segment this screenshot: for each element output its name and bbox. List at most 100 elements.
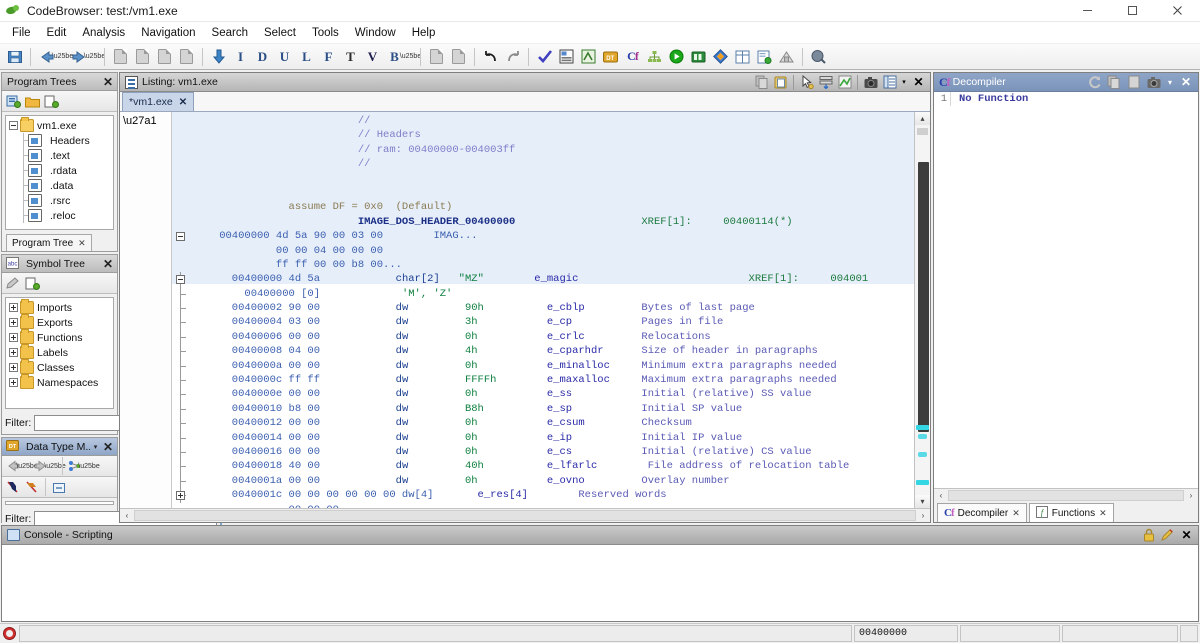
expand-icon[interactable]: [176, 491, 185, 500]
paste-symbol-icon[interactable]: [23, 274, 41, 292]
function-graph-icon[interactable]: Cf: [622, 46, 643, 67]
listing-row[interactable]: // ram: 00400000-004003ff: [172, 143, 914, 157]
edit-fields-icon[interactable]: [816, 74, 835, 91]
back-dropdown-icon[interactable]: \u25be: [58, 46, 67, 67]
overview-marker[interactable]: [916, 480, 929, 485]
expand-icon[interactable]: [8, 332, 19, 343]
data-types-tree[interactable]: Data Types BuiltInTypes: [5, 501, 114, 505]
copy-icon[interactable]: [752, 74, 771, 91]
listing-row[interactable]: //: [172, 114, 914, 128]
maximize-button[interactable]: [1110, 0, 1155, 22]
lock-icon[interactable]: [1139, 527, 1158, 544]
program-diff-next-icon[interactable]: [448, 46, 469, 67]
tree-node-text[interactable]: .text: [8, 148, 113, 163]
filter-pointers-icon[interactable]: [4, 478, 22, 496]
listing-row[interactable]: 00400002 90 00 dw 90h e_cblp Bytes of la…: [172, 301, 914, 315]
make-undefined-icon[interactable]: U: [274, 46, 295, 67]
symbol-tree-close-button[interactable]: ✕: [101, 257, 115, 271]
make-byte-icon[interactable]: B: [384, 46, 405, 67]
menu-tools[interactable]: Tools: [304, 24, 347, 42]
collapse-all-icon[interactable]: [50, 478, 68, 496]
overview-marker[interactable]: [916, 425, 929, 430]
refresh-icon[interactable]: [1084, 74, 1104, 91]
listing-row[interactable]: 00400016 00 00 dw 0h e_cs Initial (relat…: [172, 445, 914, 459]
hscroll-left-button[interactable]: ‹: [120, 511, 134, 520]
data-type-manager-icon[interactable]: DT: [600, 46, 621, 67]
close-icon[interactable]: ✕: [1177, 527, 1196, 544]
listing-row[interactable]: assume DF = 0x0 (Default): [172, 200, 914, 214]
paste-listing-icon[interactable]: [154, 46, 175, 67]
dropdown-icon[interactable]: ▾: [1164, 74, 1176, 91]
tab-close-icon[interactable]: ✕: [1099, 508, 1107, 519]
symbol-node-namespaces[interactable]: Namespaces: [8, 375, 113, 390]
program-tree[interactable]: vm1.exe Headers .text: [5, 115, 114, 230]
memory-map-icon[interactable]: [556, 46, 577, 67]
symbol-node-labels[interactable]: Labels: [8, 345, 113, 360]
make-label-icon[interactable]: L: [296, 46, 317, 67]
hscroll-left-button[interactable]: ‹: [934, 491, 948, 500]
tree-node-root[interactable]: vm1.exe: [8, 118, 113, 133]
decompiler-body[interactable]: 1 No Function: [934, 92, 1198, 488]
menu-select[interactable]: Select: [256, 24, 304, 42]
tab-close-icon[interactable]: ✕: [179, 97, 187, 108]
forward-dropdown-icon[interactable]: \u25be: [90, 46, 99, 67]
open-folder-icon[interactable]: [23, 92, 41, 110]
close-button[interactable]: [1155, 0, 1200, 22]
rename-icon[interactable]: [4, 274, 22, 292]
collapse-icon[interactable]: [176, 275, 185, 284]
data-type-manager-close-button[interactable]: ✕: [101, 440, 115, 454]
listing-vertical-scrollbar[interactable]: ▴ ▾: [914, 112, 930, 508]
expand-icon[interactable]: [8, 302, 19, 313]
filter-arrays-icon[interactable]: [23, 478, 41, 496]
redo-icon[interactable]: [502, 46, 523, 67]
snapshot-icon[interactable]: [1144, 74, 1164, 91]
decompiler-horizontal-scrollbar[interactable]: ‹ ›: [934, 488, 1198, 502]
scroll-down-button[interactable]: ▾: [915, 495, 930, 508]
listing-margin-gutter[interactable]: \u27a1: [120, 112, 172, 508]
make-instruction-icon[interactable]: I: [230, 46, 251, 67]
tab-close-icon[interactable]: ✕: [78, 238, 86, 249]
listing-row[interactable]: 00400000 [0] 'M', 'Z': [172, 287, 914, 301]
close-icon[interactable]: ✕: [909, 74, 928, 91]
listing-row[interactable]: // Headers: [172, 128, 914, 142]
listing-row[interactable]: IMAGE_DOS_HEADER_00400000 XREF[1]: 00400…: [172, 215, 914, 229]
insert-dropdown-icon[interactable]: \u25be: [85, 457, 93, 475]
scrollbar-thumb[interactable]: [918, 162, 929, 432]
tab-close-icon[interactable]: ✕: [1012, 508, 1020, 519]
listing-row[interactable]: 00 00 00: [172, 503, 914, 508]
symbol-node-imports[interactable]: Imports: [8, 300, 113, 315]
bytes-viewer-icon[interactable]: [578, 46, 599, 67]
expand-icon[interactable]: [8, 317, 19, 328]
make-data-icon[interactable]: D: [252, 46, 273, 67]
byte-dropdown-icon[interactable]: \u25be: [406, 46, 415, 67]
listing-row[interactable]: 00400010 b8 00 dw B8h e_sp Initial SP va…: [172, 402, 914, 416]
listing-row[interactable]: 00400000 4d 5a char[2] "MZ" e_magic XREF…: [172, 272, 914, 286]
listing-field-panel[interactable]: // // Headers // ram: 00400000-004003ff …: [172, 112, 914, 508]
symbol-node-functions[interactable]: Functions: [8, 330, 113, 345]
tab-functions[interactable]: f Functions ✕: [1029, 503, 1114, 522]
overview-marker[interactable]: [918, 452, 927, 457]
listing-row[interactable]: 0040000c ff ff dw FFFFh e_maxalloc Maxim…: [172, 373, 914, 387]
listing-row[interactable]: 0040000a 00 00 dw 0h e_minalloc Minimum …: [172, 359, 914, 373]
listing-row[interactable]: 00400000 4d 5a 90 00 03 00 IMAG...: [172, 229, 914, 243]
expand-icon[interactable]: [8, 347, 19, 358]
listing-row[interactable]: [172, 172, 914, 186]
tab-decompiler[interactable]: Cf Decompiler ✕: [937, 503, 1027, 522]
debugger-icon[interactable]: [688, 46, 709, 67]
table-icon[interactable]: [732, 46, 753, 67]
listing-row[interactable]: 0040001a 00 00 dw 0h e_ovno Overlay numb…: [172, 474, 914, 488]
hscroll-track[interactable]: [948, 490, 1184, 501]
hscroll-track[interactable]: [134, 510, 916, 521]
listing-horizontal-scrollbar[interactable]: ‹ ›: [120, 508, 930, 522]
paste-icon[interactable]: [771, 74, 790, 91]
new-snapshot-icon[interactable]: [110, 46, 131, 67]
tree-node-headers[interactable]: Headers: [8, 133, 113, 148]
listing-row[interactable]: [172, 186, 914, 200]
listing-row[interactable]: 00400008 04 00 dw 4h e_cparhdr Size of h…: [172, 344, 914, 358]
listing-row[interactable]: ff ff 00 00 b8 00...: [172, 258, 914, 272]
version-tracking-icon[interactable]: [710, 46, 731, 67]
listing-row[interactable]: 00400004 03 00 dw 3h e_cp Pages in file: [172, 315, 914, 329]
menu-file[interactable]: File: [4, 24, 39, 42]
data-type-manager-menu-button[interactable]: ▾: [90, 443, 101, 451]
tree-node-rdata[interactable]: .rdata: [8, 163, 113, 178]
